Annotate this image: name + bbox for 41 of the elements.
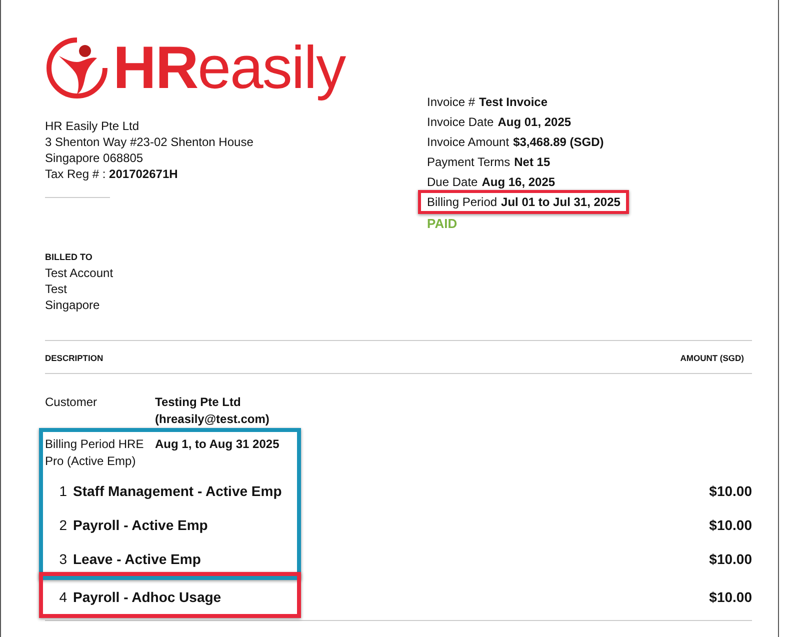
invoice-meta-value: Aug 16, 2025 [482,175,556,189]
detail-label: Billing Period HRE Pro (Active Emp) [45,436,145,470]
logo-wordmark: HReasily [113,38,346,98]
invoice-meta-value: Test Invoice [479,95,548,109]
invoice-meta-value: $3,468.89 (SGD) [513,135,604,149]
billed-to-line: Singapore [45,297,100,313]
invoice-meta-label: Due Date [427,175,478,189]
invoice-meta-value: Net 15 [514,155,550,169]
company-address-line: 3 Shenton Way #23-02 Shenton House [45,134,254,150]
line-item-name: Payroll - Adhoc Usage [73,589,222,605]
column-header: DESCRIPTION [45,353,104,363]
line-item-amount: $10.00 [709,551,752,567]
invoice-meta-label: Payment Terms [427,155,510,169]
payment-status: PAID [427,216,458,231]
tax-registration: Tax Reg # : 201702671H [45,166,178,182]
line-number: 2 [58,517,67,533]
line-item-amount: $10.00 [709,589,752,605]
company-address-line: Singapore 068805 [45,150,144,166]
invoice-meta-label: Billing Period [427,195,498,209]
detail-value: Aug 1, to Aug 31 2025 [155,436,280,453]
billed-to-line: Test [45,281,68,297]
line-number: 3 [58,551,67,567]
line-item-amount: $10.00 [709,517,752,533]
line-item-name: Staff Management - Active Emp [73,483,283,499]
column-header: AMOUNT (SGD) [680,353,744,363]
line-number: 1 [58,483,67,499]
line-item-name: Payroll - Active Emp [73,517,209,533]
invoice-meta-label: Invoice Date [427,115,494,129]
invoice-meta-value: Aug 01, 2025 [498,115,572,129]
invoice-meta-label: Invoice # [427,95,476,109]
detail-value: Testing Pte Ltd (hreasily@test.com) [155,394,270,428]
line-item-amount: $10.00 [709,483,752,499]
line-number: 4 [58,589,67,605]
invoice-meta-value: Jul 01 to Jul 31, 2025 [501,195,620,209]
company-address-line: HR Easily Pte Ltd [45,118,140,134]
detail-label: Customer [45,394,98,411]
billed-to-heading: BILLED TO [45,251,92,264]
line-item-name: Leave - Active Emp [73,551,202,567]
billed-to-line: Test Account [45,265,114,281]
invoice-meta-label: Invoice Amount [427,135,510,149]
logo-icon [45,36,109,100]
